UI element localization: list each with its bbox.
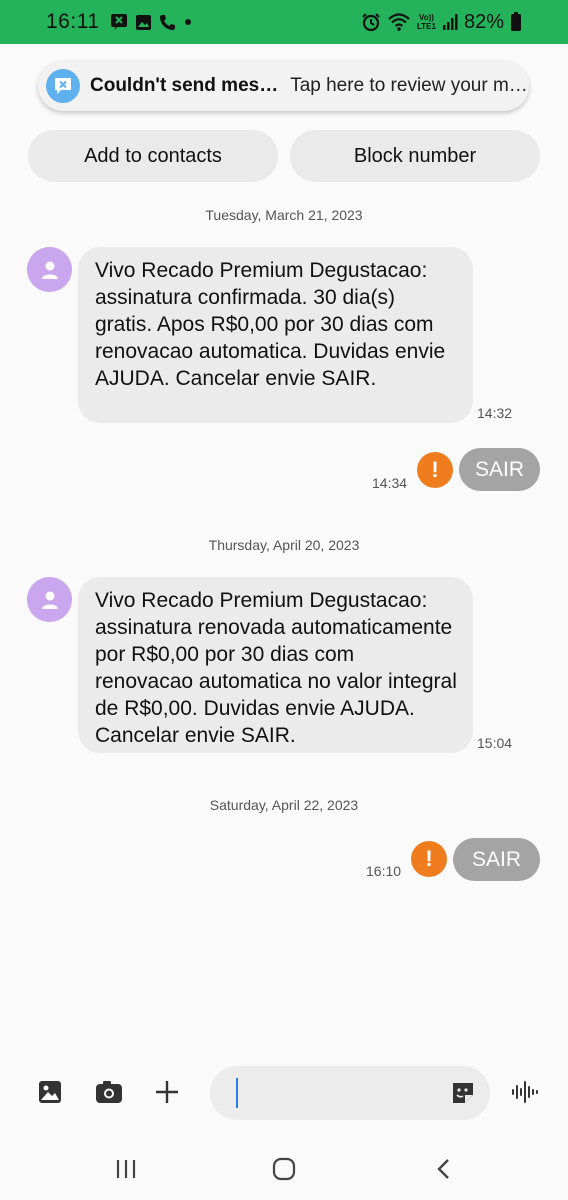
send-error-icon[interactable]: ! bbox=[417, 452, 453, 488]
home-icon[interactable] bbox=[264, 1154, 304, 1184]
text-cursor bbox=[236, 1078, 238, 1108]
volte-indicator: Vo)) LTE1 bbox=[417, 13, 436, 31]
sticker-icon[interactable] bbox=[448, 1078, 478, 1108]
message-time: 14:34 bbox=[372, 475, 408, 491]
signal-icon bbox=[442, 13, 458, 31]
battery-icon bbox=[510, 12, 522, 32]
message-input[interactable] bbox=[210, 1066, 490, 1120]
date-separator: Thursday, April 20, 2023 bbox=[208, 537, 360, 553]
gallery-icon[interactable] bbox=[35, 1077, 65, 1107]
incoming-message-bubble[interactable]: Vivo Recado Premium Degustacao: assinatu… bbox=[78, 577, 473, 753]
send-failed-icon bbox=[46, 69, 80, 103]
status-time: 16:11 bbox=[46, 10, 100, 33]
date-separator: Saturday, April 22, 2023 bbox=[209, 797, 359, 813]
contact-actions: Add to contacts Block number bbox=[28, 130, 540, 182]
notification-title: Couldn't send mes… bbox=[90, 75, 279, 96]
battery-percent: 82% bbox=[463, 10, 504, 33]
incoming-message-bubble[interactable]: Vivo Recado Premium Degustacao: assinatu… bbox=[78, 247, 473, 423]
add-to-contacts-button[interactable]: Add to contacts bbox=[28, 130, 278, 182]
camera-icon[interactable] bbox=[94, 1077, 124, 1107]
missed-call-message-icon bbox=[110, 13, 128, 31]
outgoing-message-bubble[interactable]: SAIR bbox=[453, 838, 540, 881]
person-icon bbox=[41, 591, 58, 609]
send-error-icon[interactable]: ! bbox=[411, 841, 447, 877]
message-time: 15:04 bbox=[477, 735, 513, 751]
back-icon[interactable] bbox=[424, 1154, 464, 1184]
outgoing-message-bubble[interactable]: SAIR bbox=[459, 448, 540, 491]
block-number-button[interactable]: Block number bbox=[290, 130, 540, 182]
more-notifications-icon bbox=[183, 17, 193, 27]
message-composer bbox=[0, 1062, 568, 1124]
wifi-icon bbox=[387, 12, 411, 32]
plus-icon[interactable] bbox=[152, 1077, 182, 1107]
message-time: 16:10 bbox=[366, 863, 402, 879]
send-failed-notification[interactable]: Couldn't send mes… Tap here to review yo… bbox=[38, 61, 529, 111]
voice-icon[interactable] bbox=[510, 1077, 540, 1107]
contact-avatar[interactable] bbox=[27, 247, 72, 292]
date-separator: Tuesday, March 21, 2023 bbox=[205, 207, 363, 223]
person-icon bbox=[41, 261, 58, 279]
phone-call-icon bbox=[159, 14, 176, 31]
notification-body: Tap here to review your m… bbox=[290, 75, 528, 96]
message-time: 14:32 bbox=[477, 405, 513, 421]
recent-apps-icon[interactable] bbox=[106, 1154, 146, 1184]
gallery-notification-icon bbox=[135, 14, 152, 31]
status-bar: 16:11 Vo)) LTE1 82% bbox=[0, 0, 568, 44]
contact-avatar[interactable] bbox=[27, 577, 72, 622]
alarm-icon bbox=[361, 12, 381, 32]
navigation-bar bbox=[0, 1140, 568, 1200]
